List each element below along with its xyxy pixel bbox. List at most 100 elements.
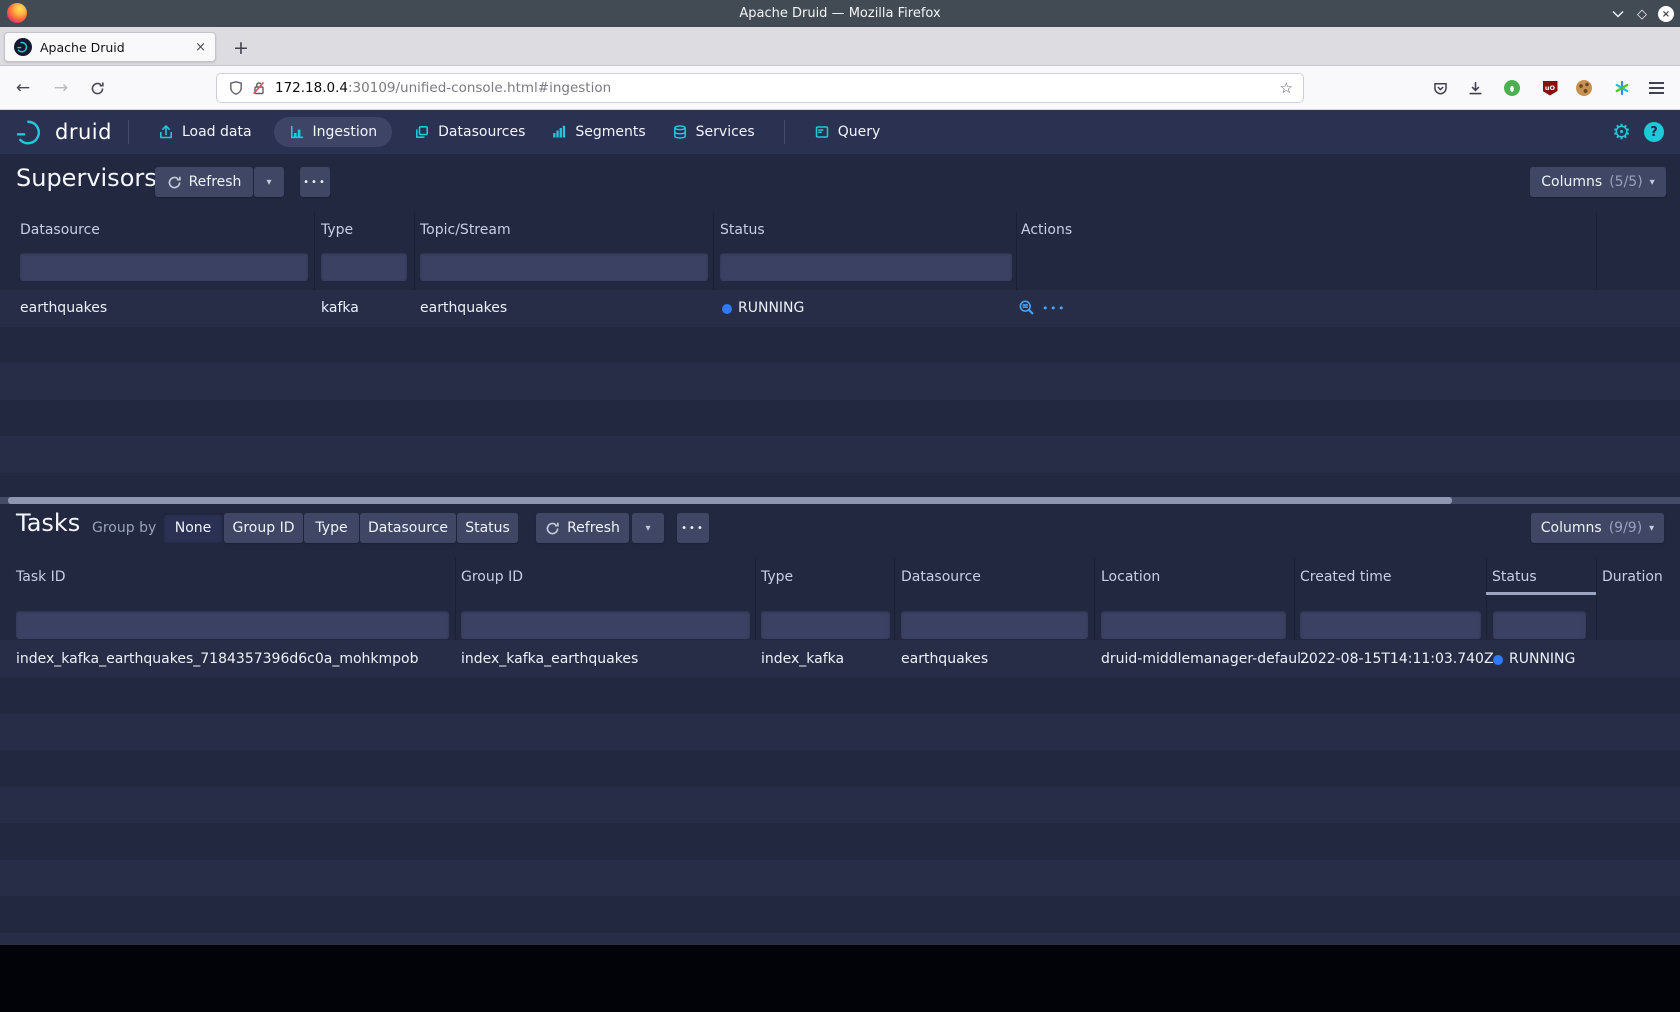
- empty-row: [0, 823, 1680, 860]
- menu-hamburger-icon[interactable]: [1646, 78, 1666, 98]
- sort-indicator-status: [1486, 592, 1596, 595]
- group-by-type-button[interactable]: Type: [304, 513, 359, 543]
- filter-input-topic-stream[interactable]: [420, 253, 708, 281]
- container-asterisk-icon[interactable]: [1612, 78, 1632, 98]
- window-close-button[interactable]: ×: [1658, 6, 1674, 22]
- url-host: 172.18.0.4: [275, 80, 348, 96]
- task-created-time: 2022-08-15T14:11:03.740Z: [1300, 651, 1494, 667]
- caret-down-icon: ▾: [1650, 177, 1655, 188]
- window-maximize-button[interactable]: ◇: [1634, 6, 1650, 22]
- nav-item-services[interactable]: Services: [672, 124, 755, 140]
- help-icon[interactable]: ?: [1644, 122, 1664, 142]
- refresh-icon: [545, 521, 560, 536]
- tasks-more-button[interactable]: •••: [677, 513, 709, 543]
- tasks-columns-button[interactable]: Columns (9/9) ▾: [1531, 513, 1664, 543]
- nav-item-label: Ingestion: [313, 124, 378, 140]
- empty-row: [0, 363, 1680, 400]
- column-header-datasource[interactable]: Datasource: [901, 569, 981, 585]
- bookmark-star-icon[interactable]: ☆: [1280, 79, 1293, 97]
- horizontal-scrollbar-thumb[interactable]: [8, 497, 1452, 504]
- nav-item-datasources[interactable]: Datasources: [414, 124, 525, 140]
- ublock-origin-icon[interactable]: uO: [1540, 78, 1560, 98]
- druid-logo-icon: [14, 118, 50, 146]
- druid-logo[interactable]: druid: [14, 118, 112, 146]
- columns-count: (5/5): [1609, 174, 1642, 190]
- forward-button[interactable]: →: [48, 75, 74, 101]
- column-header-type[interactable]: Type: [761, 569, 793, 585]
- new-tab-button[interactable]: +: [228, 35, 254, 61]
- column-header-group-id[interactable]: Group ID: [461, 569, 523, 585]
- columns-label: Columns: [1541, 520, 1602, 536]
- filter-input-type[interactable]: [761, 611, 890, 639]
- nav-item-label: Services: [696, 124, 755, 140]
- filter-input-task-id[interactable]: [16, 611, 449, 639]
- group-by-status-button[interactable]: Status: [457, 513, 518, 543]
- supervisors-refresh-caret-button[interactable]: ▾: [254, 167, 284, 197]
- filter-input-location[interactable]: [1101, 611, 1286, 639]
- supervisors-refresh-button[interactable]: Refresh: [155, 167, 253, 197]
- column-header-task-id[interactable]: Task ID: [16, 569, 66, 585]
- privacy-badger-icon[interactable]: [1502, 78, 1522, 98]
- filter-input-status[interactable]: [720, 253, 1012, 281]
- column-header-status[interactable]: Status: [720, 222, 765, 238]
- horizontal-scrollbar-track[interactable]: [0, 497, 1680, 504]
- close-icon: ×: [1662, 9, 1670, 20]
- supervisors-columns-button[interactable]: Columns (5/5) ▾: [1530, 167, 1666, 197]
- supervisor-detail-magnifier-icon[interactable]: [1018, 299, 1035, 320]
- group-by-none-button[interactable]: None: [163, 513, 223, 543]
- window-minimize-button[interactable]: [1610, 6, 1626, 22]
- filter-input-status[interactable]: [1493, 611, 1586, 639]
- tab-close-button[interactable]: ×: [195, 40, 206, 55]
- empty-row: [0, 933, 1680, 945]
- column-header-type[interactable]: Type: [321, 222, 353, 238]
- filter-input-datasource[interactable]: [20, 253, 308, 281]
- supervisor-actions-more-icon[interactable]: •••: [1042, 302, 1066, 315]
- task-group-id: index_kafka_earthquakes: [461, 651, 638, 667]
- nav-item-ingestion[interactable]: Ingestion: [274, 117, 393, 147]
- empty-row: [0, 750, 1680, 787]
- task-location: druid-middlemanager-defaul...: [1101, 651, 1314, 667]
- task-row: index_kafka_earthquakes_7184357396d6c0a_…: [0, 640, 1680, 677]
- reload-button[interactable]: [84, 75, 110, 101]
- cookie-extension-icon[interactable]: [1574, 78, 1594, 98]
- window-titlebar: Apache Druid — Mozilla Firefox ◇ ×: [0, 0, 1680, 27]
- firefox-window: Apache Druid — Mozilla Firefox ◇ × Apach…: [0, 0, 1680, 1012]
- url-bar[interactable]: 172.18.0.4:30109/unified-console.html#in…: [216, 73, 1304, 103]
- nav-item-query[interactable]: Query: [814, 124, 881, 140]
- navigation-toolbar: ← → 172.18.0.4:30109/unified-console.htm…: [0, 66, 1680, 110]
- download-icon[interactable]: [1465, 78, 1485, 98]
- browser-tab[interactable]: Apache Druid ×: [4, 32, 216, 62]
- tracking-shield-icon[interactable]: [228, 80, 244, 96]
- druid-navbar: druid Load data Ingestion Datasources: [0, 110, 1680, 154]
- column-header-created-time[interactable]: Created time: [1300, 569, 1392, 585]
- supervisors-more-button[interactable]: •••: [300, 167, 330, 197]
- insecure-lock-icon[interactable]: [251, 80, 267, 96]
- column-header-location[interactable]: Location: [1101, 569, 1160, 585]
- badger-glyph: [1504, 80, 1520, 96]
- filter-input-group-id[interactable]: [461, 611, 750, 639]
- nav-item-load-data[interactable]: Load data: [158, 124, 252, 140]
- tasks-refresh-button[interactable]: Refresh: [536, 513, 629, 543]
- group-by-datasource-button[interactable]: Datasource: [360, 513, 456, 543]
- nav-item-segments[interactable]: Segments: [551, 124, 645, 140]
- group-by-group-id-button[interactable]: Group ID: [224, 513, 303, 543]
- tab-strip: Apache Druid × +: [0, 27, 1680, 66]
- back-button[interactable]: ←: [10, 75, 36, 101]
- filter-input-type[interactable]: [321, 253, 407, 281]
- navbar-divider: [128, 120, 129, 144]
- gear-icon[interactable]: ⚙: [1612, 122, 1631, 142]
- datasources-icon: [414, 124, 430, 140]
- column-header-duration[interactable]: Duration: [1602, 569, 1663, 585]
- column-header-datasource[interactable]: Datasource: [20, 222, 100, 238]
- druid-logo-text: druid: [55, 120, 112, 144]
- pocket-icon[interactable]: [1430, 78, 1450, 98]
- columns-label: Columns: [1541, 174, 1602, 190]
- column-header-actions[interactable]: Actions: [1021, 222, 1072, 238]
- supervisor-type: kafka: [321, 300, 359, 316]
- empty-row: [0, 436, 1680, 473]
- filter-input-datasource[interactable]: [901, 611, 1088, 639]
- column-header-status[interactable]: Status: [1492, 569, 1537, 585]
- filter-input-created-time[interactable]: [1300, 611, 1481, 639]
- column-header-topic-stream[interactable]: Topic/Stream: [420, 222, 511, 238]
- tasks-refresh-caret-button[interactable]: ▾: [632, 513, 664, 543]
